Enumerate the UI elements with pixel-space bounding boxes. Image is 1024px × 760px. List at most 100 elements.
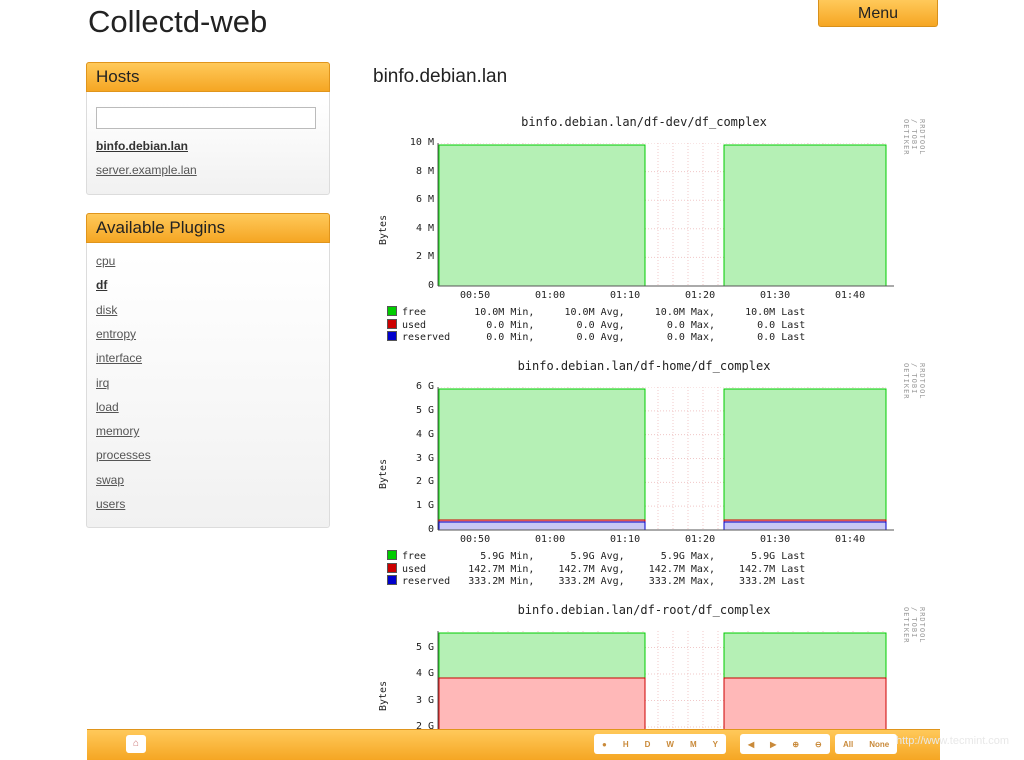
y-tick-label: 0 xyxy=(427,524,434,535)
host-search-input[interactable] xyxy=(96,107,316,129)
legend-min-label: Min, xyxy=(510,551,535,562)
legend-max-label: Max, xyxy=(690,551,715,562)
rrdtool-credit: RRDTOOL / TOBI OETIKER xyxy=(902,119,926,156)
legend-max-value: 333.2M xyxy=(648,576,685,588)
range-hour[interactable]: H xyxy=(615,740,637,749)
legend-min-value: 0.0 xyxy=(486,319,505,331)
legend-min-value: 0.0 xyxy=(486,332,505,344)
legend-avg-value: 0.0 xyxy=(576,319,595,331)
select-all-button[interactable]: All xyxy=(835,740,861,749)
plugin-link-interface[interactable]: interface xyxy=(96,351,142,365)
legend-max-value: 5.9G xyxy=(660,551,685,562)
x-tick-label: 01:20 xyxy=(685,290,716,301)
x-tick-label: 01:00 xyxy=(535,290,566,301)
legend-avg-label: Avg, xyxy=(600,319,625,331)
legend-avg-label: Avg, xyxy=(600,576,625,588)
legend-row-free: free 5.9G Min, 5.9G Avg, 5.9G Max, 5.9G Last xyxy=(387,550,811,562)
x-tick-label: 00:50 xyxy=(460,534,491,545)
legend-min-value: 10.0M xyxy=(474,307,505,318)
range-month[interactable]: M xyxy=(682,740,705,749)
legend-min-value: 333.2M xyxy=(468,576,505,588)
home-icon[interactable]: ⌂ xyxy=(126,735,146,753)
plugin-link-load[interactable]: load xyxy=(96,400,119,414)
plugin-link-irq[interactable]: irq xyxy=(96,376,109,390)
legend-last-label: Last xyxy=(781,319,806,331)
plugin-link-entropy[interactable]: entropy xyxy=(96,327,136,341)
zoom-in-icon[interactable]: ⊕ xyxy=(784,740,807,749)
legend-max-value: 10.0M xyxy=(654,307,685,318)
legend-min-value: 5.9G xyxy=(480,551,505,562)
prev-icon[interactable]: ◀ xyxy=(740,740,762,749)
reserved-area xyxy=(438,521,646,531)
graph-title: binfo.debian.lan/df-dev/df_complex xyxy=(521,115,767,129)
legend-avg-label: Avg, xyxy=(600,307,625,318)
rrdtool-credit: RRDTOOL / TOBI OETIKER xyxy=(902,363,926,400)
y-tick-label: 6 G xyxy=(415,381,434,392)
time-range-group: ● H D W M Y xyxy=(594,734,726,754)
free-area xyxy=(438,144,646,287)
y-axis-label: Bytes xyxy=(378,458,389,489)
legend-avg-label: Avg, xyxy=(600,563,625,575)
y-tick-label: 0 xyxy=(427,280,434,291)
plugin-link-df[interactable]: df xyxy=(96,278,107,292)
y-tick-label: 3 G xyxy=(415,694,434,706)
legend-last-value: 10.0M xyxy=(745,307,776,318)
plugin-link-users[interactable]: users xyxy=(96,497,125,511)
legend-avg-label: Avg, xyxy=(600,551,625,562)
legend-name: reserved xyxy=(402,576,451,588)
next-icon[interactable]: ▶ xyxy=(762,740,784,749)
range-week[interactable]: W xyxy=(658,740,682,749)
legend-avg-value: 5.9G xyxy=(570,551,595,562)
legend-name: used xyxy=(402,319,427,331)
page-title: binfo.debian.lan xyxy=(373,66,508,87)
legend-min-value: 142.7M xyxy=(468,563,505,575)
legend-last-value: 333.2M xyxy=(739,576,776,588)
y-tick-label: 1 G xyxy=(415,500,434,512)
legend-swatch xyxy=(387,318,397,329)
range-year[interactable]: Y xyxy=(705,740,726,749)
plugin-link-memory[interactable]: memory xyxy=(96,424,139,438)
x-tick-label: 01:40 xyxy=(835,534,866,545)
plugin-link-swap[interactable]: swap xyxy=(96,473,124,487)
plot-area xyxy=(437,631,894,737)
legend-min-label: Min, xyxy=(510,563,535,575)
x-tick-label: 00:50 xyxy=(460,290,491,301)
legend-swatch xyxy=(387,562,397,573)
menu-button[interactable]: Menu xyxy=(818,0,938,27)
plugin-link-processes[interactable]: processes xyxy=(96,448,151,462)
legend-avg-value: 333.2M xyxy=(558,576,595,588)
y-tick-label: 2 M xyxy=(415,251,434,263)
app-title: Collectd-web xyxy=(88,4,268,39)
watermark: http://www.tecmint.com xyxy=(896,735,1010,747)
legend-avg-value: 0.0 xyxy=(576,332,595,344)
legend-last-label: Last xyxy=(781,563,806,575)
clock-icon[interactable]: ● xyxy=(594,740,615,749)
legend-swatch xyxy=(387,575,397,586)
legend-swatch xyxy=(387,331,397,342)
legend-max-value: 0.0 xyxy=(666,319,685,331)
legend-avg-value: 142.7M xyxy=(558,563,595,575)
x-tick-label: 01:00 xyxy=(535,534,566,545)
legend-row-reserved: reserved 0.0 Min, 0.0 Avg, 0.0 Max, 0.0 Last xyxy=(387,331,811,343)
y-tick-label: 4 G xyxy=(415,428,434,440)
graph-title: binfo.debian.lan/df-home/df_complex xyxy=(517,359,771,373)
legend-max-value: 142.7M xyxy=(648,563,685,575)
plugin-link-cpu[interactable]: cpu xyxy=(96,254,115,268)
legend-name: free xyxy=(402,551,427,562)
plugins-box: Available Plugins cpu df disk entropy interf… xyxy=(86,213,330,528)
zoom-out-icon[interactable]: ⊖ xyxy=(807,740,830,749)
plugin-link-disk[interactable]: disk xyxy=(96,303,117,317)
free-area xyxy=(438,632,646,679)
range-day[interactable]: D xyxy=(637,740,659,749)
x-tick-label: 01:30 xyxy=(760,534,791,545)
host-link-binfo[interactable]: binfo.debian.lan xyxy=(96,139,188,153)
x-tick-label: 01:40 xyxy=(835,290,866,301)
legend-last-label: Last xyxy=(781,551,806,562)
select-none-button[interactable]: None xyxy=(861,740,897,749)
legend-min-label: Min, xyxy=(510,319,535,331)
host-link-server[interactable]: server.example.lan xyxy=(96,163,197,177)
legend-last-label: Last xyxy=(781,332,806,344)
legend-avg-value: 10.0M xyxy=(564,307,595,318)
free-area xyxy=(723,388,887,521)
y-tick-label: 3 G xyxy=(415,452,434,464)
